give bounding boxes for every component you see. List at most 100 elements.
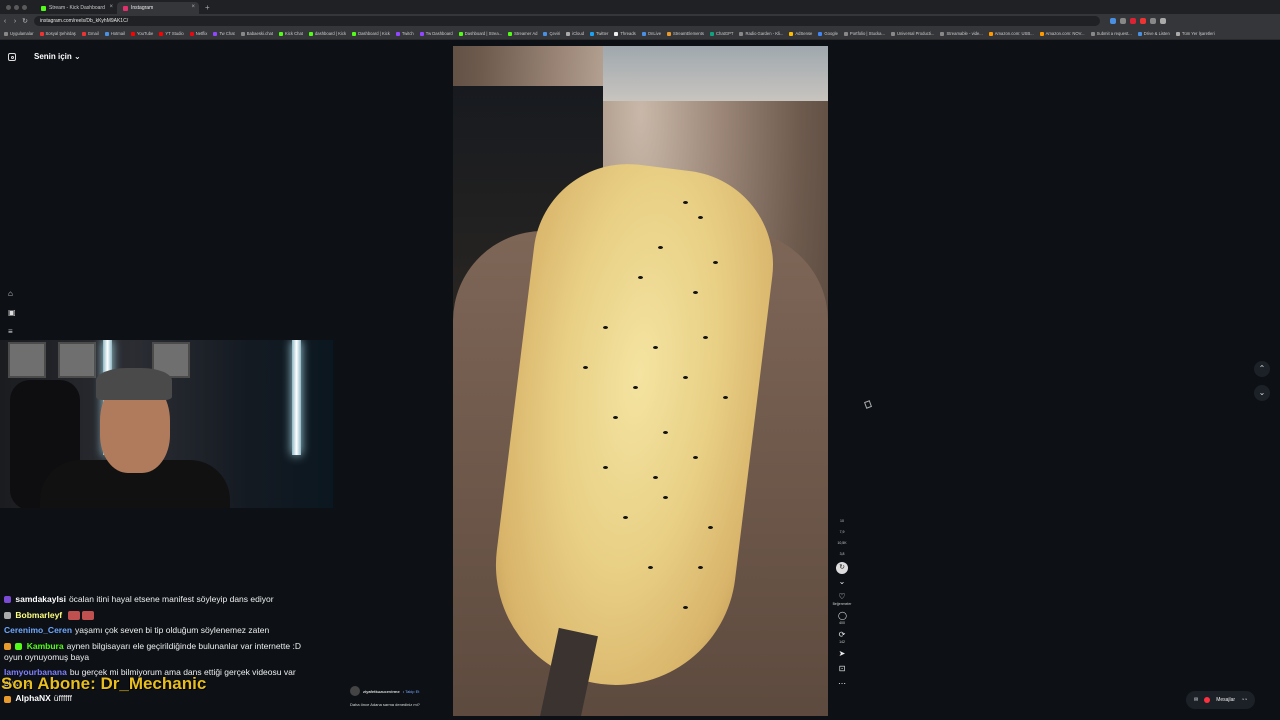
follow-button[interactable]: • Takip Et: [403, 689, 420, 694]
comments-count: 400: [839, 621, 845, 625]
chat-message: samdakaylsi öcalan itini hayal etsene man…: [4, 594, 304, 605]
reload-icon[interactable]: ↻: [20, 17, 30, 25]
bookmark-item[interactable]: YouTube: [130, 31, 153, 36]
bookmark-favicon-icon: [352, 31, 357, 36]
count-label: 10: [840, 519, 844, 523]
caption-username[interactable]: ziyafetkuzucevirme: [363, 689, 400, 694]
bookmark-item[interactable]: Netflix: [189, 31, 207, 36]
bookmark-item[interactable]: Tw Chat: [213, 31, 235, 36]
bookmark-favicon-icon: [419, 31, 424, 36]
bookmark-item[interactable]: Portfolio | Stucka...: [843, 31, 885, 36]
seed: [698, 566, 703, 569]
bookmark-favicon-icon: [508, 31, 513, 36]
bookmark-item[interactable]: iCloud: [566, 31, 584, 36]
url-input[interactable]: instagram.com/reels/Db_kKyhM9AK1C/: [34, 16, 1100, 26]
save-icon[interactable]: ⊡: [838, 665, 846, 673]
reels-icon[interactable]: ▣: [8, 309, 16, 317]
sub-badge-icon: [4, 596, 11, 604]
sub-badge-icon: [4, 611, 11, 619]
home-icon[interactable]: ⌂: [8, 290, 16, 298]
messages-button[interactable]: ✉ Mesajlar ◔◔: [1186, 691, 1256, 709]
instagram-logo-icon[interactable]: [8, 53, 16, 61]
seed: [658, 246, 663, 249]
seed: [683, 201, 688, 204]
back-icon[interactable]: ‹: [0, 18, 10, 25]
bookmark-item[interactable]: Radio Garden - Kli...: [739, 31, 783, 36]
bookmark-item[interactable]: Hotmail: [104, 31, 125, 36]
bookmark-item[interactable]: ChatGPT: [709, 31, 733, 36]
new-tab-button[interactable]: +: [199, 3, 210, 12]
reel-action-bar: 10 7,9 10,5K 3,8 ↻ ⌄ ♡ Beğenmeler ◯ 400 …: [833, 518, 852, 688]
bookmark-item[interactable]: OnLive: [641, 31, 661, 36]
profile-icon[interactable]: [1160, 18, 1166, 24]
bookmark-item[interactable]: Tüm Yer İşaretleri: [1175, 31, 1215, 36]
bookmark-item[interactable]: Tw Dashboard: [419, 31, 453, 36]
bookmark-item[interactable]: YT Studio: [159, 31, 184, 36]
bookmark-item[interactable]: StreamElements: [667, 31, 704, 36]
extension-icon[interactable]: [1130, 18, 1136, 24]
close-tab-icon[interactable]: ×: [109, 4, 113, 10]
bookmark-favicon-icon: [988, 31, 993, 36]
bookmark-item[interactable]: Gmail: [81, 31, 99, 36]
bookmark-item[interactable]: Amazon.com: USB...: [988, 31, 1034, 36]
bookmark-item[interactable]: Streamer Ad: [508, 31, 537, 36]
bookmark-favicon-icon: [39, 31, 44, 36]
seed: [648, 566, 653, 569]
bookmark-favicon-icon: [1175, 31, 1180, 36]
bookmark-item[interactable]: Streamable - vide...: [940, 31, 983, 36]
extension-icon[interactable]: [1140, 18, 1146, 24]
avatar[interactable]: [350, 686, 360, 696]
badge-icon: [4, 643, 11, 651]
extension-icon[interactable]: [1150, 18, 1156, 24]
forward-icon[interactable]: ›: [10, 18, 20, 25]
extension-icon[interactable]: [1110, 18, 1116, 24]
tab-instagram[interactable]: Instagram ×: [117, 2, 199, 14]
bookmark-favicon-icon: [667, 31, 672, 36]
share-icon[interactable]: ➤: [838, 650, 846, 658]
feed-selector[interactable]: Senin için ⌄: [34, 52, 81, 61]
bookmark-item[interactable]: Twitter: [590, 31, 608, 36]
audio-icon[interactable]: ↻: [836, 562, 848, 574]
tab-kick-dashboard[interactable]: Stream - Kick Dashboard ×: [35, 2, 117, 14]
bookmark-favicon-icon: [1137, 31, 1142, 36]
close-tab-icon[interactable]: ×: [191, 4, 195, 10]
bookmark-item[interactable]: Sosyal Şehirdaş: [39, 31, 76, 36]
bookmark-favicon-icon: [709, 31, 714, 36]
like-icon[interactable]: ♡: [838, 593, 846, 601]
bookmark-item[interactable]: Amazon.com: NOV...: [1039, 31, 1085, 36]
bookmark-item[interactable]: Google: [818, 31, 838, 36]
bookmark-item[interactable]: Uygulamalar: [4, 31, 34, 36]
bookmark-item[interactable]: Dashboard | Kick: [352, 31, 390, 36]
window-controls[interactable]: [0, 4, 35, 10]
menu-icon[interactable]: ≡: [8, 328, 16, 336]
bookmark-item[interactable]: Submit a request...: [1090, 31, 1132, 36]
bookmarks-bar: Uygulamalar Sosyal Şehirdaş Gmail Hotmail Yo…: [0, 28, 1280, 40]
bookmark-item[interactable]: Kick Chat: [279, 31, 303, 36]
bookmark-favicon-icon: [641, 31, 646, 36]
bookmark-favicon-icon: [104, 31, 109, 36]
bookmark-item[interactable]: dashboard | Kick: [308, 31, 346, 36]
bookmark-item[interactable]: AdSense: [789, 31, 812, 36]
bookmark-item[interactable]: Çeviri: [543, 31, 560, 36]
bookmark-favicon-icon: [213, 31, 218, 36]
more-icon[interactable]: ⋯: [838, 680, 846, 688]
count-label: 10,5K: [837, 541, 847, 545]
bookmark-item[interactable]: Twitch: [395, 31, 414, 36]
instagram-favicon-icon: [123, 5, 128, 11]
seed: [683, 376, 688, 379]
bookmark-item[interactable]: Universal Producti...: [890, 31, 934, 36]
next-reel-button[interactable]: ⌄: [1254, 385, 1270, 401]
seed: [683, 606, 688, 609]
extension-icon[interactable]: [1120, 18, 1126, 24]
bookmark-favicon-icon: [81, 31, 86, 36]
previous-reel-button[interactable]: ⌃: [1254, 361, 1270, 377]
bookmark-item[interactable]: Threads: [614, 31, 636, 36]
reel-video[interactable]: [453, 46, 828, 716]
repost-icon[interactable]: ⟳: [838, 631, 846, 639]
comment-icon[interactable]: ◯: [838, 612, 847, 620]
bookmark-item[interactable]: Babaeski.chat: [240, 31, 273, 36]
chevron-down-icon[interactable]: ⌄: [838, 578, 846, 586]
bookmark-favicon-icon: [789, 31, 794, 36]
bookmark-item[interactable]: Drive & Listen: [1137, 31, 1170, 36]
bookmark-item[interactable]: Dashboard | Strea...: [458, 31, 502, 36]
